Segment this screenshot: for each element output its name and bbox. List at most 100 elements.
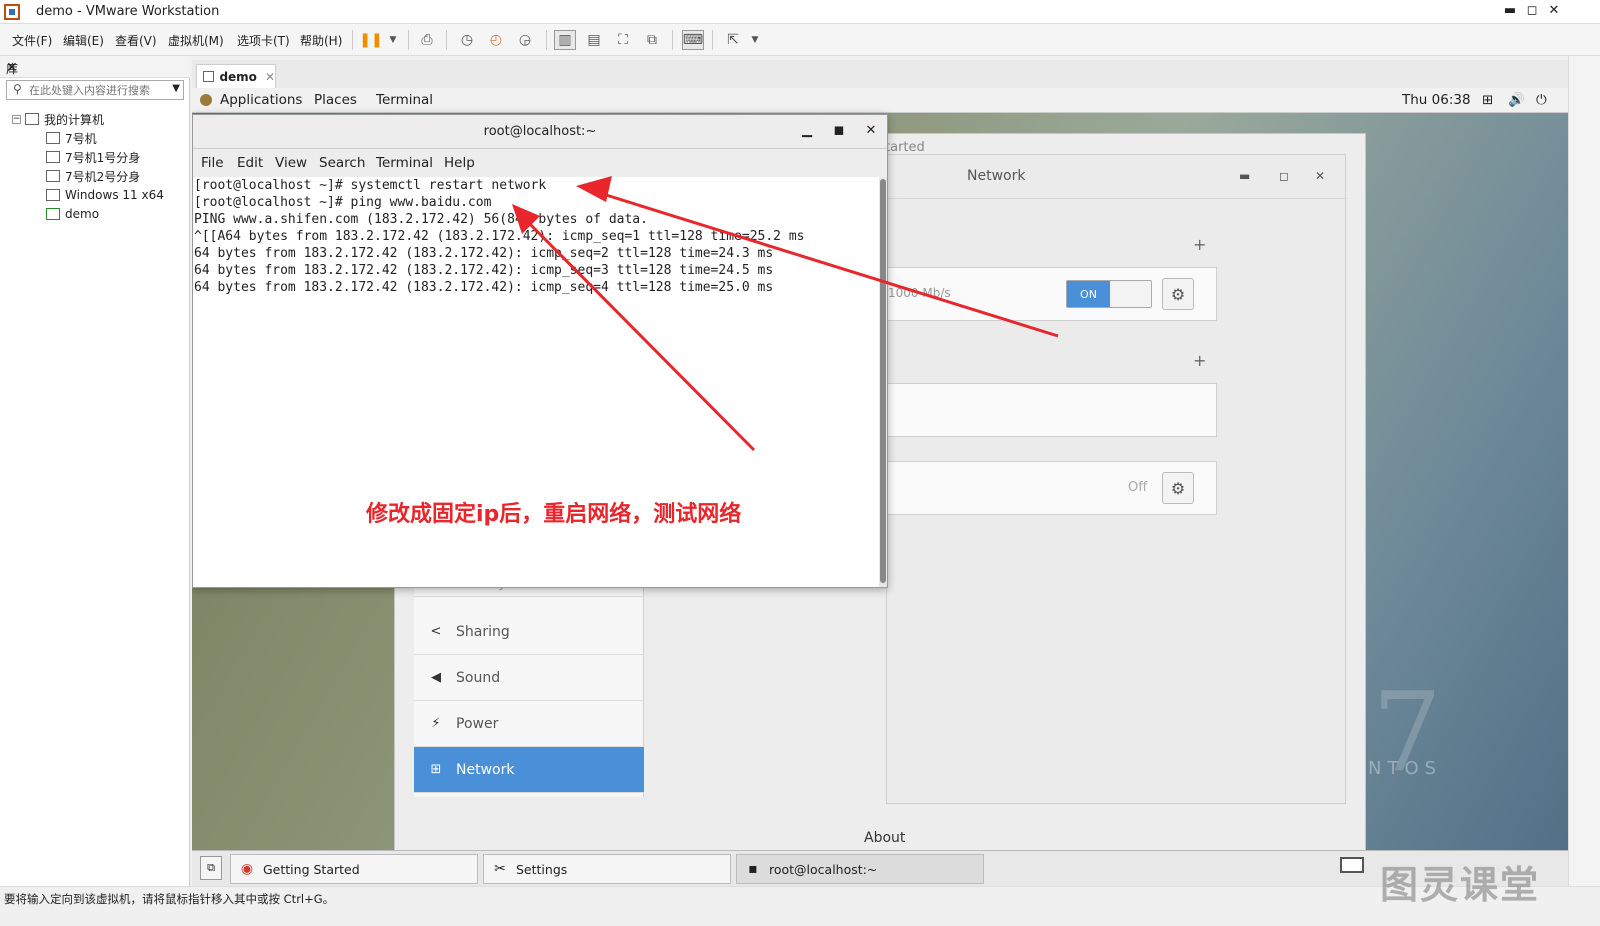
search-icon: ⚲ (13, 82, 22, 96)
chevron-down-icon[interactable]: ▼ (744, 30, 766, 50)
tree-item[interactable]: 7号机2号分身 (46, 167, 140, 185)
workspace-indicator[interactable] (1340, 857, 1364, 873)
vm-screen[interactable]: Applications Places Terminal Thu 06:38 ⊞… (192, 88, 1568, 886)
sidebar-item-sound[interactable]: ◀ Sound (414, 655, 644, 701)
terminal-line: PING www.a.shifen.com (183.2.172.42) 56(… (194, 212, 648, 227)
share-icon: < (430, 624, 442, 639)
search-input[interactable] (29, 82, 169, 98)
tree-item-label: 7号机2号分身 (65, 169, 141, 184)
terminal-menu-terminal[interactable]: Terminal (376, 155, 433, 171)
maximize-button[interactable]: ◻ (1279, 169, 1289, 183)
vm-clone-icon (46, 151, 60, 163)
task-settings[interactable]: ✂ Settings (483, 854, 731, 884)
network-icon[interactable]: ⊞ (1482, 92, 1493, 108)
terminal-scrollbar[interactable] (879, 177, 887, 587)
task-terminal[interactable]: ▪ root@localhost:~ (736, 854, 984, 884)
proxy-status: Off (1128, 480, 1148, 495)
vmware-logo-icon (4, 4, 20, 20)
library-close-button[interactable]: ✕ (6, 60, 184, 76)
terminal-menu-file[interactable]: File (201, 155, 224, 171)
tree-item[interactable]: 7号机 (46, 129, 97, 147)
chevron-down-icon[interactable]: ▼ (382, 30, 404, 50)
network-title: Network (967, 168, 1026, 184)
volume-icon[interactable]: 🔊 (1508, 92, 1525, 108)
sidebar-item-power[interactable]: ⚡ Power (414, 701, 644, 747)
tree-item[interactable]: demo (46, 205, 99, 223)
tab-close-button[interactable]: ✕ (265, 70, 275, 84)
terminal-menu-help[interactable]: Help (444, 155, 475, 171)
wired-toggle[interactable]: ON (1066, 280, 1152, 308)
vm-clone-icon (46, 170, 60, 182)
gear-icon[interactable]: ⚙ (1162, 472, 1194, 504)
scrollbar-thumb[interactable] (880, 179, 886, 583)
close-button[interactable]: ✕ (861, 123, 881, 138)
menu-view[interactable]: 查看(V) (115, 32, 157, 49)
thumbnail-view-icon[interactable]: ▤ (583, 30, 605, 50)
tree-item[interactable]: Windows 11 x64 (46, 186, 164, 204)
toolbar-separator (546, 30, 547, 50)
unity-icon[interactable]: ⧉ (641, 30, 663, 50)
network-panel: Network ▬ ◻ ✕ + 1000 Mb/s ON ⚙ + Off ⚙ (886, 154, 1347, 804)
terminal-menubar: File Edit View Search Terminal Help (193, 149, 887, 177)
collapse-icon[interactable]: − (12, 114, 21, 124)
maximize-button[interactable]: ◻ (1522, 3, 1542, 18)
snapshot-manager-icon[interactable]: ◶ (514, 30, 536, 50)
minimize-button[interactable]: ▁ (797, 123, 817, 138)
sidebar-item-network[interactable]: ⊞ Network (414, 747, 644, 793)
tree-item[interactable]: 7号机1号分身 (46, 148, 140, 166)
annotation-caption: 修改成固定ip后，重启网络，测试网络 (366, 502, 742, 527)
add-wired-button[interactable]: + (1193, 235, 1206, 254)
help-icon: ◉ (240, 861, 254, 877)
terminal-menu-edit[interactable]: Edit (237, 155, 263, 171)
minimize-button[interactable]: ▬ (1239, 169, 1250, 183)
power-icon[interactable]: ⏻ (1536, 92, 1547, 108)
toolbar-separator (446, 30, 447, 50)
vm-side-scroll (1568, 56, 1600, 886)
window-title: demo - VMware Workstation (36, 4, 220, 19)
console-icon[interactable]: ⌨ (682, 30, 704, 50)
vm-icon (46, 189, 60, 201)
toggle-on-label: ON (1067, 281, 1110, 307)
menu-file[interactable]: 文件(F) (12, 32, 52, 49)
add-vpn-button[interactable]: + (1193, 351, 1206, 370)
show-desktop-icon[interactable]: ⧉ (200, 856, 222, 880)
proxy-card: Off ⚙ (887, 461, 1217, 515)
applications-icon (200, 94, 212, 106)
send-ctrl-alt-del-icon[interactable]: ⎙ (416, 30, 438, 50)
task-getting-started[interactable]: ◉ Getting Started (230, 854, 478, 884)
revert-snapshot-icon[interactable]: ◴ (485, 30, 507, 50)
wired-speed: 1000 Mb/s (888, 286, 951, 300)
close-button[interactable]: ✕ (1544, 3, 1564, 18)
about-label[interactable]: About (864, 830, 905, 846)
menu-tabs[interactable]: 选项卡(T) (237, 32, 290, 49)
menu-help[interactable]: 帮助(H) (300, 32, 342, 49)
gear-icon[interactable]: ⚙ (1162, 278, 1194, 310)
maximize-button[interactable]: ◼ (829, 123, 849, 138)
fullscreen-icon[interactable]: ⛶ (612, 30, 634, 50)
tab-demo[interactable]: demo ✕ (196, 64, 276, 88)
terminal-menu-view[interactable]: View (275, 155, 307, 171)
clock[interactable]: Thu 06:38 (1402, 92, 1471, 108)
minimize-button[interactable]: ▬ (1500, 3, 1520, 18)
applications-menu[interactable]: Applications (220, 92, 302, 108)
sidebar-item-sharing[interactable]: < Sharing (414, 609, 644, 655)
watermark: 图灵课堂 (1380, 863, 1541, 907)
network-header: Network ▬ ◻ ✕ (887, 155, 1347, 199)
snapshot-icon[interactable]: ◷ (456, 30, 478, 50)
menu-vm[interactable]: 虚拟机(M) (168, 32, 224, 49)
stretch-icon[interactable]: ⇱ (722, 30, 744, 50)
terminal-line: [root@localhost ~]# systemctl restart ne… (194, 178, 547, 193)
chevron-down-icon[interactable]: ▼ (172, 83, 180, 94)
close-button[interactable]: ✕ (1315, 169, 1325, 183)
places-menu[interactable]: Places (314, 92, 357, 108)
tree-item-label: 7号机 (65, 131, 97, 146)
computer-icon (25, 113, 39, 125)
terminal-menu-search[interactable]: Search (319, 155, 365, 171)
terminal-menu[interactable]: Terminal (376, 92, 433, 108)
tree-root[interactable]: − 我的计算机 (12, 110, 104, 128)
pause-icon[interactable]: ❚❚ (359, 30, 382, 50)
library-view-icon[interactable]: ▥ (554, 30, 576, 50)
menu-edit[interactable]: 编辑(E) (63, 32, 104, 49)
library-search[interactable]: ⚲ ▼ (6, 80, 184, 100)
vpn-card (887, 383, 1217, 437)
